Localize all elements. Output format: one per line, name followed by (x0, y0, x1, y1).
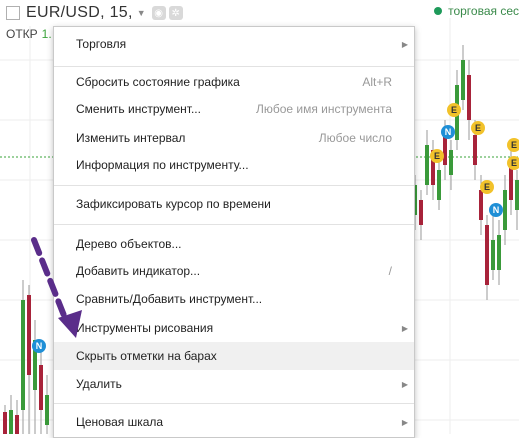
menu-item-label: Информация по инструменту... (76, 158, 249, 172)
submenu-arrow-icon: ▶ (401, 379, 408, 389)
menu-item-label: Скрыть отметки на барах (76, 349, 217, 363)
context-menu: Торговля ▶ Сбросить состояние графика Al… (53, 26, 415, 438)
menu-item-hint: Любое число (318, 131, 392, 145)
earnings-mark[interactable]: E (507, 156, 519, 170)
menu-item-price-scale[interactable]: Ценовая шкала ▶ (54, 408, 414, 436)
earnings-mark[interactable]: E (480, 180, 494, 194)
svg-text:N: N (36, 341, 43, 351)
earnings-mark[interactable]: E (471, 121, 485, 135)
menu-item-label: Сбросить состояние графика (76, 75, 240, 89)
svg-text:E: E (511, 158, 517, 168)
svg-text:E: E (451, 105, 457, 115)
svg-text:E: E (484, 182, 490, 192)
news-mark[interactable]: N (32, 339, 46, 353)
menu-item-change-symbol[interactable]: Сменить инструмент... Любое имя инструме… (54, 95, 414, 123)
chart-icon[interactable]: ◉ (151, 6, 166, 20)
menu-item-label: Добавить индикатор... (76, 264, 201, 278)
svg-text:N: N (445, 127, 452, 137)
menu-item-hide-marks[interactable]: Скрыть отметки на барах (54, 342, 414, 370)
chevron-down-icon[interactable]: ▼ (137, 8, 146, 18)
candles-right (413, 45, 519, 300)
submenu-arrow-icon: ▶ (401, 39, 408, 49)
menu-item-remove[interactable]: Удалить ▶ (54, 370, 414, 398)
menu-item-symbol-info[interactable]: Информация по инструменту... (54, 151, 414, 179)
menu-item-lock-cursor[interactable]: Зафиксировать курсор по времени (54, 190, 414, 218)
news-mark[interactable]: N (489, 203, 503, 217)
menu-item-label: Ценовая шкала (76, 415, 164, 429)
ohlc-readout: ОТКР 1. (6, 27, 52, 41)
chart-legend: EUR/USD, 15, ▼ ◉ ✲ (0, 0, 186, 26)
menu-item-object-tree[interactable]: Дерево объектов... (54, 230, 414, 258)
menu-item-change-interval[interactable]: Изменить интервал Любое число (54, 124, 414, 152)
menu-item-label: Инструменты рисования (76, 321, 214, 335)
session-status: торговая сес (430, 4, 519, 18)
menu-item-compare[interactable]: Сравнить/Добавить инструмент... (54, 285, 414, 313)
svg-text:E: E (434, 151, 440, 161)
svg-text:N: N (493, 205, 500, 215)
menu-item-label: Торговля (76, 37, 127, 51)
menu-item-label: Зафиксировать курсор по времени (76, 197, 271, 211)
earnings-mark[interactable]: E (507, 138, 519, 152)
menu-item-hint: / (388, 264, 392, 278)
legend-checkbox[interactable] (6, 6, 20, 20)
ohlc-value: 1. (41, 27, 52, 41)
earnings-mark[interactable]: E (447, 103, 461, 117)
menu-item-label: Сменить инструмент... (76, 102, 201, 116)
symbol-title[interactable]: EUR/USD, 15, (26, 4, 133, 22)
session-text: торговая сес (448, 4, 519, 18)
gear-icon[interactable]: ✲ (168, 6, 183, 20)
submenu-arrow-icon: ▶ (401, 417, 408, 427)
session-dot-icon (434, 7, 443, 15)
menu-separator (54, 403, 414, 404)
menu-separator (54, 224, 414, 225)
menu-item-label: Удалить (76, 377, 122, 391)
news-mark[interactable]: N (441, 125, 455, 139)
menu-item-label: Сравнить/Добавить инструмент... (76, 292, 263, 306)
menu-separator (54, 185, 414, 186)
menu-separator (54, 66, 414, 67)
svg-text:E: E (475, 123, 481, 133)
svg-text:E: E (511, 140, 517, 150)
menu-item-trade[interactable]: Торговля ▶ (54, 30, 414, 58)
menu-item-hint: Любое имя инструмента (255, 102, 392, 116)
ohlc-label: ОТКР (6, 27, 38, 41)
menu-item-label: Дерево объектов... (76, 237, 182, 251)
submenu-arrow-icon: ▶ (401, 323, 408, 333)
earnings-mark[interactable]: E (430, 149, 444, 163)
menu-item-add-indicator[interactable]: Добавить индикатор... / (54, 257, 414, 285)
menu-item-drawing-tools[interactable]: Инструменты рисования ▶ (54, 314, 414, 342)
menu-item-hint: Alt+R (362, 75, 392, 89)
candles-left (3, 280, 49, 434)
menu-item-label: Изменить интервал (76, 131, 186, 145)
menu-item-reset-chart[interactable]: Сбросить состояние графика Alt+R (54, 68, 414, 96)
